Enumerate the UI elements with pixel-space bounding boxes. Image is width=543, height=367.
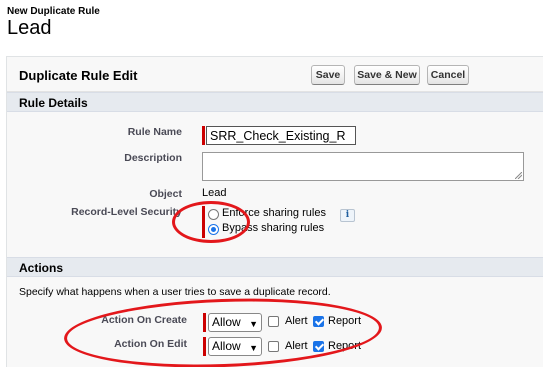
action-on-edit-label: Action On Edit (114, 338, 187, 350)
rule-name-label: Rule Name (127, 126, 182, 138)
duplicate-rule-edit-panel: Duplicate Rule Edit Save Save & New Canc… (6, 56, 543, 367)
on-edit-alert-label: Alert (285, 340, 308, 352)
panel-header: Duplicate Rule Edit Save Save & New Canc… (7, 57, 543, 92)
bypass-sharing-radio[interactable] (208, 224, 219, 235)
action-on-edit-select[interactable]: Allow ▼ (208, 337, 262, 356)
description-textarea[interactable] (202, 152, 524, 181)
on-create-alert-checkbox[interactable] (268, 316, 279, 327)
rule-details-title: Rule Details (19, 96, 88, 110)
required-indicator (202, 206, 205, 238)
description-label: Description (124, 152, 182, 164)
info-icon[interactable]: i (340, 209, 355, 222)
chevron-down-icon: ▼ (249, 319, 258, 329)
enforce-sharing-label[interactable]: Enforce sharing rules (222, 207, 326, 219)
required-indicator (203, 313, 206, 332)
on-edit-report-checkbox[interactable] (313, 341, 324, 352)
rule-name-input[interactable] (206, 126, 356, 145)
cancel-button[interactable]: Cancel (427, 65, 469, 85)
bypass-sharing-label[interactable]: Bypass sharing rules (222, 222, 324, 234)
on-edit-report-label: Report (328, 340, 362, 352)
required-indicator (203, 337, 206, 356)
on-create-report-checkbox[interactable] (313, 316, 324, 327)
actions-instructions: Specify what happens when a user tries t… (19, 286, 331, 298)
on-create-alert-label: Alert (285, 315, 308, 327)
page-title: Lead (7, 17, 52, 39)
required-indicator (202, 126, 205, 145)
on-create-report-label: Report (328, 315, 362, 327)
enforce-sharing-radio[interactable] (208, 209, 219, 220)
action-on-create-value: Allow (212, 315, 241, 329)
panel-title: Duplicate Rule Edit (19, 68, 138, 83)
action-on-create-select[interactable]: Allow ▼ (208, 313, 262, 332)
record-level-security-label: Record-Level Security (71, 206, 182, 218)
chevron-down-icon: ▼ (249, 343, 258, 353)
object-value: Lead (202, 187, 227, 199)
resize-grip-icon[interactable] (515, 172, 522, 179)
actions-title: Actions (19, 261, 64, 275)
action-on-create-label: Action On Create (101, 314, 187, 326)
rule-details-section-header: Rule Details (7, 92, 543, 112)
object-label: Object (149, 188, 182, 200)
on-edit-alert-checkbox[interactable] (268, 341, 279, 352)
actions-section-header: Actions (7, 257, 543, 277)
action-on-edit-value: Allow (212, 339, 241, 353)
page-subtitle: New Duplicate Rule (7, 6, 100, 17)
save-and-new-button[interactable]: Save & New (354, 65, 420, 85)
save-button[interactable]: Save (311, 65, 345, 85)
